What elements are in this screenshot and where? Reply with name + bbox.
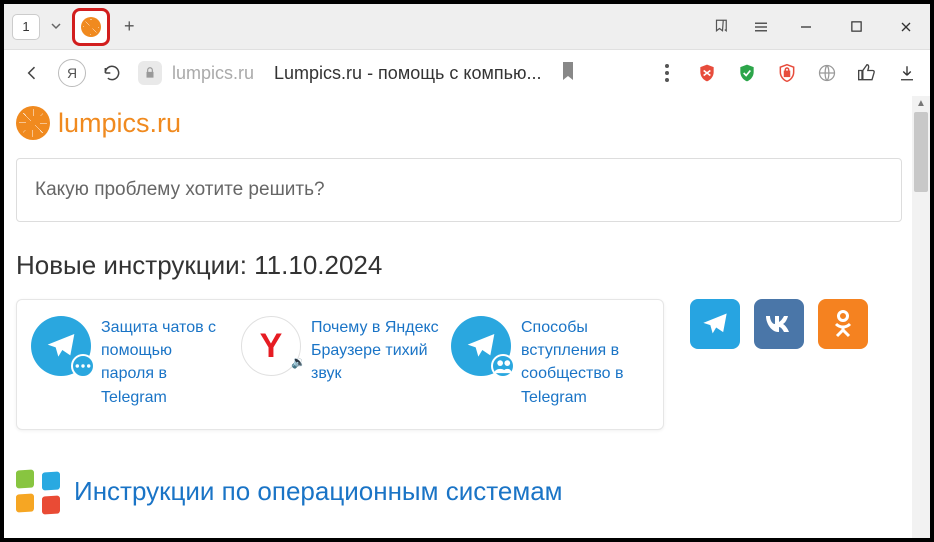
url-title: Lumpics.ru - помощь с компью... — [274, 63, 541, 84]
site-logo[interactable]: lumpics.ru — [16, 106, 930, 140]
telegram-icon — [451, 316, 511, 376]
url-box[interactable]: lumpics.ru Lumpics.ru - помощь с компью.… — [138, 61, 646, 85]
translate-icon[interactable] — [816, 62, 838, 84]
maximize-button[interactable] — [840, 15, 872, 39]
kebab-icon[interactable] — [656, 62, 678, 84]
windows-logo-icon — [16, 470, 60, 514]
address-right — [656, 62, 918, 84]
bookmarks-icon[interactable] — [710, 16, 732, 38]
new-tab-button[interactable]: + — [118, 12, 141, 41]
url-host: lumpics.ru — [172, 63, 254, 84]
vertical-scrollbar[interactable]: ▲ — [912, 96, 930, 538]
article-link[interactable]: Способы вступления в сообщество в Telegr… — [521, 316, 649, 409]
article-cards: Защита чатов с помощью пароля в Telegram… — [16, 299, 664, 430]
article-link[interactable]: Почему в Яндекс Браузере тихий звук — [311, 316, 439, 386]
page-content: lumpics.ru Какую проблему хотите решить?… — [4, 96, 930, 538]
menu-icon[interactable] — [750, 16, 772, 38]
tab-caret-icon[interactable] — [48, 15, 64, 39]
os-section-title: Инструкции по операционным системам — [74, 476, 563, 507]
minimize-button[interactable] — [790, 15, 822, 39]
back-button[interactable] — [16, 57, 48, 89]
protect-icon[interactable] — [736, 62, 758, 84]
search-input[interactable]: Какую проблему хотите решить? — [16, 158, 902, 222]
adblock-icon[interactable] — [696, 62, 718, 84]
cards-row: Защита чатов с помощью пароля в Telegram… — [16, 299, 930, 430]
titlebar: 1 + — [4, 4, 930, 50]
close-button[interactable] — [890, 15, 922, 39]
group-badge-icon — [491, 354, 515, 378]
scroll-up-icon[interactable]: ▲ — [912, 98, 930, 109]
article-card[interactable]: Способы вступления в сообщество в Telegr… — [445, 316, 655, 409]
tab-counter[interactable]: 1 — [12, 14, 40, 40]
social-telegram[interactable] — [690, 299, 740, 349]
addressbar: Я lumpics.ru Lumpics.ru - помощь с компь… — [4, 50, 930, 96]
active-tab-favicon[interactable] — [72, 8, 110, 46]
lock-icon[interactable] — [138, 61, 162, 85]
titlebar-left: 1 + — [12, 8, 141, 46]
sound-icon: 🔉 — [291, 355, 306, 369]
social-links — [690, 299, 868, 349]
section-title: Новые инструкции: 11.10.2024 — [16, 250, 930, 281]
article-link[interactable]: Защита чатов с помощью пароля в Telegram — [101, 316, 229, 409]
social-ok[interactable] — [818, 299, 868, 349]
security-shield-icon[interactable] — [776, 62, 798, 84]
social-vk[interactable] — [754, 299, 804, 349]
site-logo-text: lumpics.ru — [58, 108, 181, 139]
yandex-home-icon[interactable]: Я — [58, 59, 86, 87]
telegram-icon — [31, 316, 91, 376]
reload-button[interactable] — [96, 57, 128, 89]
article-card[interactable]: Y 🔉 Почему в Яндекс Браузере тихий звук — [235, 316, 445, 409]
os-section[interactable]: Инструкции по операционным системам — [16, 470, 930, 514]
lumpics-logo-icon — [16, 106, 50, 140]
downloads-icon[interactable] — [896, 62, 918, 84]
feedback-icon[interactable] — [856, 62, 878, 84]
lumpics-favicon-icon — [81, 17, 101, 37]
bookmark-flag-icon[interactable] — [561, 62, 575, 85]
titlebar-right — [710, 15, 922, 39]
scrollbar-thumb[interactable] — [914, 112, 928, 192]
yandex-browser-icon: Y 🔉 — [241, 316, 301, 376]
password-badge-icon — [71, 354, 95, 378]
article-card[interactable]: Защита чатов с помощью пароля в Telegram — [25, 316, 235, 409]
